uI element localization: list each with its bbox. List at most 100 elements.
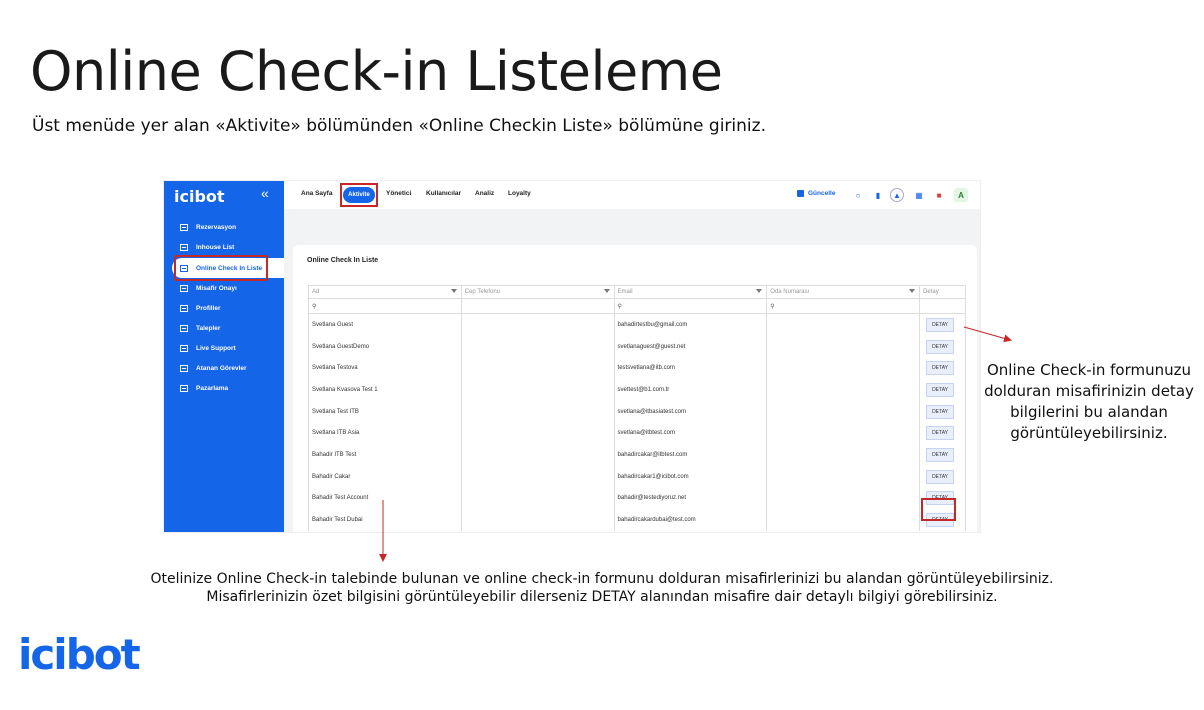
cell-email: svetlana@itbasiatest.com [615, 400, 768, 423]
sidebar-item-misafir-onayi[interactable]: Misafir Onayı [164, 278, 284, 298]
table-row: Svetlana Kvasova Test 1 svettest@b1.com.t… [309, 379, 966, 401]
online-checkin-card: Online Check In Liste Ad Cep Telefonu Em… [293, 245, 977, 532]
detay-button[interactable]: DETAY [926, 469, 954, 484]
table-row: Bahadir Test Account bahadir@testediyoruz… [309, 487, 966, 510]
nav-ana-sayfa[interactable]: Ana Sayfa [301, 190, 332, 197]
signal-icon[interactable]: ▮ [871, 188, 885, 202]
cell-cep-telefonu [462, 465, 615, 488]
filter-input-ad[interactable]: ⚲ [309, 299, 462, 313]
cell-oda-numarasi [767, 314, 921, 336]
sidebar: icibot « Rezervasyon Inhouse List Online… [164, 181, 284, 532]
column-header-email[interactable]: Email [615, 286, 768, 298]
filter-icon[interactable] [603, 289, 610, 293]
column-label: Cep Telefonu [464, 289, 501, 295]
cell-oda-numarasi [767, 357, 921, 380]
cell-email: testsvetlana@itb.com [615, 357, 768, 380]
cell-detay: DETAY [920, 314, 966, 336]
slide-title: Online Check-in Listeleme [30, 40, 723, 103]
cell-ad: Bahadir Cakar [309, 465, 462, 488]
detay-button[interactable]: DETAY [926, 382, 954, 397]
cell-email-text: testsvetlana@itb.com [617, 365, 675, 372]
grid-icon[interactable]: ▦ [912, 188, 926, 202]
cell-oda-numarasi [767, 379, 921, 401]
cell-cep-telefonu [462, 487, 615, 510]
table-row: Svetlana Test ITB svetlana@itbasiatest.co… [309, 400, 966, 423]
update-button[interactable]: Güncelle [797, 190, 835, 197]
detay-button[interactable]: DETAY [926, 447, 954, 462]
cell-ad: Svetlana Testova [309, 357, 462, 380]
sidebar-item-label: Misafir Onayı [196, 284, 237, 292]
bell-icon[interactable]: ▲ [890, 188, 904, 202]
avatar[interactable]: A [954, 188, 968, 202]
filter-input-oda-numarasi[interactable]: ⚲ [767, 299, 921, 313]
cell-oda-numarasi [767, 422, 921, 445]
cell-email-text: bahadircakar1@icibot.com [617, 473, 689, 480]
table-body: Svetlana Guest bahadirtestbu@gmail.com DET… [309, 314, 966, 531]
filter-input-cep-telefonu[interactable] [462, 299, 615, 313]
sidebar-item-label: Profiller [196, 304, 221, 312]
cell-email-text: bahadirtestbu@gmail.com [617, 321, 688, 328]
cell-oda-numarasi [767, 509, 921, 531]
detay-button[interactable]: DETAY [926, 361, 954, 376]
card-title: Online Check In Liste [307, 257, 379, 264]
top-navbar: Ana Sayfa Aktivite Yönetici Kullanıcılar… [284, 181, 980, 209]
column-header-ad[interactable]: Ad [309, 286, 462, 298]
cell-ad: Svetlana Guest [309, 314, 462, 336]
cell-ad-text: Svetlana GuestDemo [312, 343, 370, 350]
cell-cep-telefonu [462, 314, 615, 336]
sidebar-item-pazarlama[interactable]: Pazarlama [164, 378, 284, 398]
list-icon [180, 344, 188, 352]
cell-ad-text: Bahadir ITB Test [312, 451, 357, 458]
detay-callout: Online Check-in formunuzu dolduran misaf… [984, 361, 1194, 442]
sidebar-item-profiller[interactable]: Profiller [164, 298, 284, 318]
list-icon [180, 324, 188, 332]
cell-ad: Svetlana ITB Asia [309, 422, 462, 445]
nav-yonetici[interactable]: Yönetici [386, 190, 411, 197]
column-header-oda-numarasi[interactable]: Oda Numarası [767, 286, 921, 298]
column-label: Ad [312, 289, 320, 295]
cell-ad-text: Bahadir Test Account [312, 495, 369, 502]
cell-detay: DETAY [920, 335, 966, 358]
search-icon: ⚲ [312, 303, 317, 310]
cell-detay: DETAY [920, 379, 966, 401]
detay-button[interactable]: DETAY [926, 404, 954, 419]
flag-icon[interactable]: ■ [932, 188, 946, 202]
search-icon[interactable]: ○ [851, 188, 865, 202]
nav-loyalty[interactable]: Loyalty [508, 190, 531, 197]
sidebar-item-rezervasyon[interactable]: Rezervasyon [164, 217, 284, 237]
column-label: Detay [923, 289, 939, 295]
cell-ad: Svetlana Test ITB [309, 400, 462, 423]
detay-button[interactable]: DETAY [926, 426, 954, 441]
cell-ad-text: Bahadir Cakar [312, 473, 351, 480]
sidebar-logo: icibot [174, 187, 225, 206]
sidebar-item-label: Atanan Görevler [196, 364, 247, 372]
column-header-cep-telefonu[interactable]: Cep Telefonu [462, 286, 615, 298]
sidebar-item-talepler[interactable]: Talepler [164, 318, 284, 338]
app-screenshot: icibot « Rezervasyon Inhouse List Online… [163, 180, 981, 533]
cell-oda-numarasi [767, 487, 921, 510]
filter-input-email[interactable]: ⚲ [615, 299, 768, 313]
sidebar-item-live-support[interactable]: Live Support [164, 338, 284, 358]
cell-cep-telefonu [462, 400, 615, 423]
filter-icon[interactable] [450, 289, 457, 293]
cell-cep-telefonu [462, 422, 615, 445]
sidebar-item-label: Pazarlama [196, 384, 229, 392]
sidebar-item-label: Inhouse List [196, 243, 235, 251]
sidebar-item-atanan-gorevler[interactable]: Atanan Görevler [164, 358, 284, 378]
table-header: Ad Cep Telefonu Email Oda Numarası Detay [309, 285, 966, 299]
cell-email-text: svetlana@itbtest.com [617, 430, 675, 437]
cell-email: bahadircakar1@icibot.com [615, 465, 768, 488]
cell-email: bahadircakar@itbtest.com [615, 444, 768, 466]
sidebar-item-inhouse-list[interactable]: Inhouse List [164, 237, 284, 257]
search-icon: ⚲ [770, 303, 775, 310]
cell-email-text: svetlana@itbasiatest.com [617, 408, 686, 415]
nav-analiz[interactable]: Analiz [475, 190, 494, 197]
filter-icon[interactable] [909, 289, 916, 293]
detay-button[interactable]: DETAY [926, 339, 954, 354]
cell-cep-telefonu [462, 357, 615, 380]
filter-icon[interactable] [756, 289, 763, 293]
nav-kullanicilar[interactable]: Kullanıcılar [426, 190, 461, 197]
collapse-icon[interactable]: « [261, 185, 269, 201]
detay-button[interactable]: DETAY [926, 317, 954, 332]
list-icon [180, 364, 188, 372]
